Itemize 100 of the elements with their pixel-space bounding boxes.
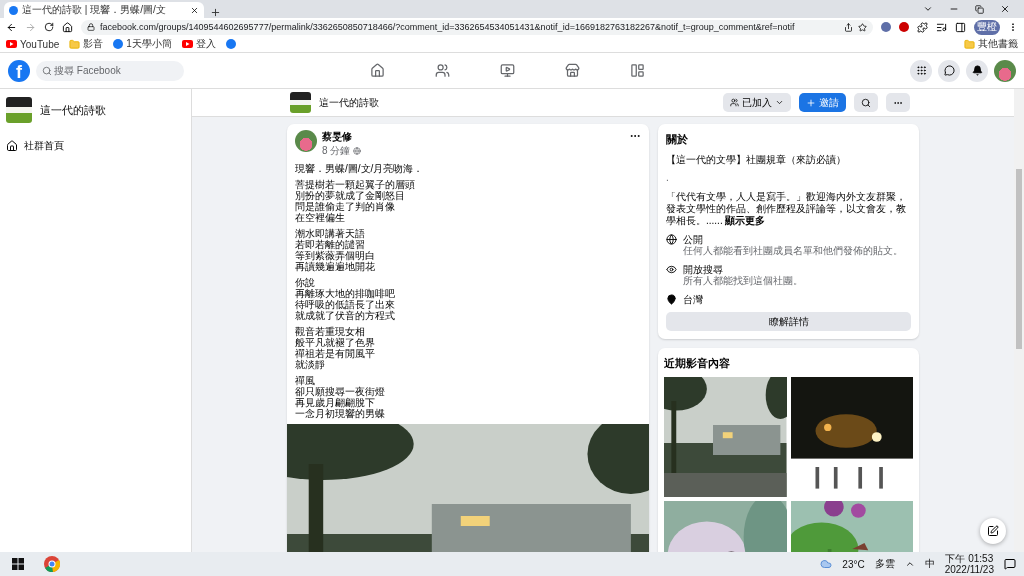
cloud-icon <box>820 558 833 570</box>
facebook-logo[interactable]: f <box>8 59 30 82</box>
search-field[interactable]: 搜尋 Facebook <box>36 60 184 81</box>
fact-title: 開放搜尋 <box>683 264 723 275</box>
fact-title: 台灣 <box>683 294 703 305</box>
address-bar[interactable]: facebook.com/groups/1409544602695777/permalink/3362650850718466/?comment_id=3362654534051431&notif_id=1669182763182267&notif_t=group_comment&ref=notif <box>81 19 873 35</box>
rules-title: 【這一代的文學】社團規章（來訪必讀） <box>666 154 847 165</box>
poem-line: 再讀幾遍遍地開花 <box>295 261 376 272</box>
back-icon[interactable] <box>6 21 17 33</box>
avatar[interactable] <box>994 59 1016 82</box>
star-icon[interactable] <box>858 22 867 32</box>
poem-line: 待呼吸的低語長了出來 <box>295 299 396 310</box>
group-logo <box>6 97 32 123</box>
lock-icon <box>87 23 95 31</box>
folder-icon <box>964 38 975 50</box>
learn-more-button[interactable]: 瞭解詳情 <box>666 312 911 331</box>
search-icon <box>42 65 52 76</box>
chrome-icon[interactable] <box>44 556 60 572</box>
group-logo <box>290 92 311 113</box>
bookmark-link[interactable]: 1天學小簡 <box>113 37 172 51</box>
new-tab-icon[interactable] <box>210 7 221 18</box>
poem-line: 禪風 <box>295 375 316 386</box>
poem-line: 別扮的夢就成了金剛怒目 <box>295 190 405 201</box>
globe-icon <box>666 234 677 245</box>
poem-line: 你說 <box>295 277 315 288</box>
poem-line: 等到紫薇弄個明白 <box>295 250 376 261</box>
avatar <box>295 130 317 152</box>
profile-button[interactable]: 豐橙 <box>974 19 1000 35</box>
plus-icon <box>806 97 816 108</box>
poem-line: 菩提樹若一顆起翼子的層頭 <box>295 179 416 190</box>
search-button[interactable] <box>854 93 878 112</box>
bookmark-link[interactable]: 影音 <box>69 37 104 51</box>
edit-icon <box>987 525 999 537</box>
circle-icon <box>113 39 124 49</box>
store-icon[interactable] <box>564 63 580 78</box>
circle-icon <box>881 22 891 32</box>
play-icon <box>181 40 193 48</box>
poem-line: 問是誰偷走了判的肖像 <box>295 201 395 212</box>
poem-line: 就淡靜 <box>295 359 325 370</box>
notifications-button[interactable] <box>966 59 988 82</box>
eye-icon <box>666 264 677 275</box>
folder-icon <box>69 38 81 50</box>
sidebar-item[interactable]: 社群首頁 <box>6 139 185 153</box>
chevron-down-icon[interactable] <box>923 4 933 14</box>
fact-title: 公開 <box>683 234 704 245</box>
map-pin-icon <box>666 294 677 305</box>
notification-icon[interactable] <box>1004 558 1016 570</box>
side-panel-icon[interactable] <box>955 21 966 33</box>
group-name: 這一代的詩歌 <box>40 102 106 118</box>
bookmark-link[interactable]: YouTube <box>6 38 60 50</box>
home-icon <box>6 140 18 152</box>
windows-icon[interactable] <box>12 558 24 570</box>
poem-line: 般平凡就褪了色界 <box>295 337 376 348</box>
globe-icon <box>353 147 362 155</box>
reload-icon[interactable] <box>44 22 54 32</box>
chevron-up-icon[interactable] <box>904 559 915 569</box>
video-icon[interactable] <box>499 63 515 78</box>
card-heading: 近期影音內容 <box>664 356 731 371</box>
bell-icon <box>971 65 983 76</box>
restore-icon[interactable] <box>975 4 984 14</box>
card-heading: 關於 <box>666 132 689 147</box>
home-icon[interactable] <box>62 21 73 33</box>
play-icon <box>6 40 17 48</box>
invite-button[interactable]: 邀請 <box>799 93 846 112</box>
poem-line: 卻只願搜尋一夜街燈 <box>295 386 386 397</box>
poem-line: 禪祖若是有閒風平 <box>295 348 376 359</box>
menu-button[interactable] <box>910 59 932 82</box>
chat-icon <box>943 65 955 76</box>
input-method[interactable]: 中 <box>924 557 935 571</box>
circle-icon <box>899 22 909 32</box>
dot-text: . <box>666 172 670 184</box>
group-description: 「代代有文學，人人是寫手。」歡迎海內外文友群聚，發表文學性的作品、創作歷程及評論等，以文會友，教學相長。...... 顯示更多 <box>666 191 907 227</box>
people-icon[interactable] <box>434 63 450 78</box>
close-icon[interactable] <box>1000 4 1010 14</box>
fact-detail: 所有人都能找到這個社團。 <box>683 275 803 287</box>
clock-date: 2022/11/23 <box>944 564 994 575</box>
scrollbar-thumb[interactable] <box>1016 169 1022 349</box>
search-icon <box>861 97 871 108</box>
panel-icon[interactable] <box>629 63 645 78</box>
bookmark-link[interactable] <box>225 39 236 49</box>
share-icon[interactable] <box>844 22 853 32</box>
media-list-icon[interactable] <box>936 21 947 33</box>
author-name: 蔡旻修 <box>322 130 353 144</box>
bookmark-link[interactable]: 其他書籤 <box>964 37 1018 51</box>
messenger-button[interactable] <box>938 59 960 82</box>
caret-icon <box>775 98 784 107</box>
post-time: 8 分鐘 <box>322 144 351 158</box>
poem-line: 若即若離的譴習 <box>295 239 366 250</box>
fact-detail: 任何人都能看到社團成員名單和他們發佈的貼文。 <box>683 245 903 257</box>
bookmark-link[interactable]: 登入 <box>181 37 216 51</box>
weather-text: 多雲 <box>874 557 895 571</box>
browser-tab[interactable]: 這一代的詩歌 | 現響．男蝶/圖/文 <box>4 2 204 18</box>
people-icon <box>730 98 739 107</box>
poem-line: 一念月初現響的男蝶 <box>295 408 386 419</box>
puzzle-icon[interactable] <box>917 21 928 33</box>
close-icon[interactable] <box>190 5 199 15</box>
poem-line: 觀音若重現女相 <box>295 326 365 337</box>
poem-line: 再離琢大地的排咖啡吧 <box>295 288 396 299</box>
more-button[interactable] <box>886 93 910 112</box>
joined-button[interactable]: 已加入 <box>723 93 791 112</box>
